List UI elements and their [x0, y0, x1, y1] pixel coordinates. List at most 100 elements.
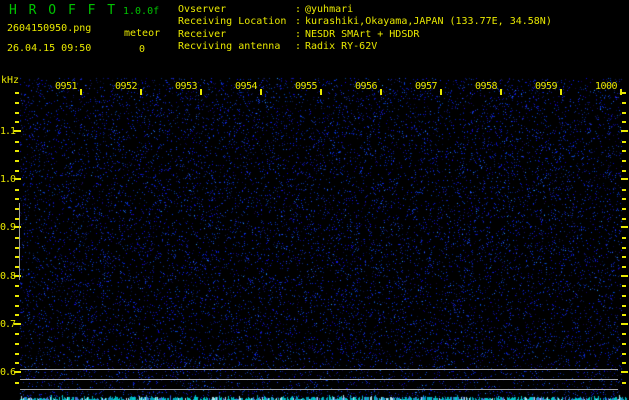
y-minor-tick-left [15, 160, 19, 162]
y-minor-tick-left [15, 141, 19, 143]
y-minor-tick-left [15, 198, 19, 200]
info-value: Radix RY-62V [305, 41, 378, 53]
y-minor-tick-left [15, 353, 19, 355]
y-minor-tick-right [622, 160, 626, 162]
info-separator: : [295, 28, 302, 40]
y-minor-tick-left [15, 314, 19, 316]
y-minor-tick-left [15, 333, 19, 335]
x-tick-label: 0956 [354, 81, 378, 92]
y-minor-tick-left [15, 295, 19, 297]
y-minor-tick-right [622, 382, 626, 384]
info-label: Recviving antenna [178, 41, 281, 53]
x-tick-label: 0953 [174, 81, 198, 92]
y-minor-tick-left [15, 170, 19, 172]
x-tick [440, 89, 442, 95]
x-tick-label: 1000 [594, 81, 618, 92]
y-minor-tick-right [622, 285, 626, 287]
y-minor-tick-right [622, 305, 626, 307]
y-minor-tick-left [15, 102, 19, 104]
marker-line-horizontal [20, 379, 618, 380]
spectrogram-canvas [0, 0, 629, 400]
x-tick [560, 89, 562, 95]
y-minor-tick-right [622, 92, 626, 94]
y-minor-tick-left [15, 285, 19, 287]
observation-datetime: 26.04.15 09:50 [7, 43, 92, 54]
x-tick-label: 0958 [474, 81, 498, 92]
y-minor-tick-left [15, 305, 19, 307]
meteor-count-label: meteor [124, 28, 161, 39]
y-major-tick-right [621, 226, 628, 228]
detection-band-marker [19, 203, 20, 280]
x-tick-label: 0951 [54, 81, 78, 92]
y-minor-tick-right [622, 343, 626, 345]
y-major-tick-left [14, 178, 21, 180]
y-minor-tick-right [622, 121, 626, 123]
y-axis-unit-label: kHz [1, 75, 20, 86]
info-label: Receiving Location [178, 16, 287, 28]
info-row: Receiving Location: kurashiki,Okayama,JAP… [178, 16, 628, 28]
y-minor-tick-right [622, 237, 626, 239]
y-minor-tick-right [622, 198, 626, 200]
info-separator: : [295, 41, 302, 53]
x-tick-label: 0957 [414, 81, 438, 92]
y-minor-tick-right [622, 218, 626, 220]
x-tick-label: 0959 [534, 81, 558, 92]
info-value: kurashiki,Okayama,JAPAN (133.77E, 34.58N… [305, 16, 552, 28]
x-tick [500, 89, 502, 95]
y-minor-tick-right [622, 189, 626, 191]
y-minor-tick-left [15, 92, 19, 94]
info-label: Receiver [178, 28, 227, 40]
y-major-tick-left [14, 130, 21, 132]
station-info: Ovserver: @yuhmari Receiving Location: kur… [178, 4, 628, 54]
x-tick-label: 0952 [114, 81, 138, 92]
y-minor-tick-right [622, 208, 626, 210]
y-minor-tick-right [622, 141, 626, 143]
y-minor-tick-right [622, 170, 626, 172]
marker-line-horizontal [20, 369, 618, 370]
output-filename: 2604150950.png [7, 23, 92, 34]
x-tick [320, 89, 322, 95]
y-major-tick-right [621, 371, 628, 373]
y-minor-tick-right [622, 256, 626, 258]
y-minor-tick-left [15, 112, 19, 114]
info-separator: : [295, 16, 302, 28]
meteor-count-value: 0 [139, 44, 146, 55]
y-minor-tick-left [15, 343, 19, 345]
y-minor-tick-left [15, 150, 19, 152]
y-minor-tick-right [622, 314, 626, 316]
info-label: Ovserver [178, 4, 227, 15]
x-tick [260, 89, 262, 95]
info-value: NESDR SMArt + HDSDR [305, 28, 420, 40]
info-row: Receiver: NESDR SMArt + HDSDR [178, 29, 628, 41]
info-row: Ovserver: @yuhmari [178, 4, 628, 16]
info-row: Recviving antenna: Radix RY-62V [178, 41, 628, 53]
y-major-tick-right [621, 323, 628, 325]
y-major-tick-right [621, 130, 628, 132]
y-minor-tick-right [622, 150, 626, 152]
app-version: 1.0.0f [123, 6, 160, 17]
y-minor-tick-left [15, 362, 19, 364]
y-minor-tick-right [622, 295, 626, 297]
app-title: H R O F F T [9, 3, 118, 18]
marker-line-horizontal [20, 389, 618, 390]
x-tick [380, 89, 382, 95]
x-tick [80, 89, 82, 95]
info-separator: : [295, 4, 302, 15]
y-major-tick-right [621, 178, 628, 180]
y-minor-tick-right [622, 247, 626, 249]
x-tick-label: 0954 [234, 81, 258, 92]
y-minor-tick-right [622, 362, 626, 364]
y-minor-tick-right [622, 353, 626, 355]
y-minor-tick-right [622, 333, 626, 335]
y-minor-tick-left [15, 382, 19, 384]
x-tick [140, 89, 142, 95]
y-minor-tick-left [15, 121, 19, 123]
y-major-tick-right [621, 275, 628, 277]
y-minor-tick-right [622, 102, 626, 104]
x-tick-label: 0955 [294, 81, 318, 92]
y-major-tick-left [14, 371, 21, 373]
info-value: @yuhmari [305, 4, 354, 15]
y-major-tick-left [14, 323, 21, 325]
y-minor-tick-right [622, 266, 626, 268]
hrofft-screenshot: H R O F F T 1.0.0f 2604150950.png meteor… [0, 0, 629, 400]
